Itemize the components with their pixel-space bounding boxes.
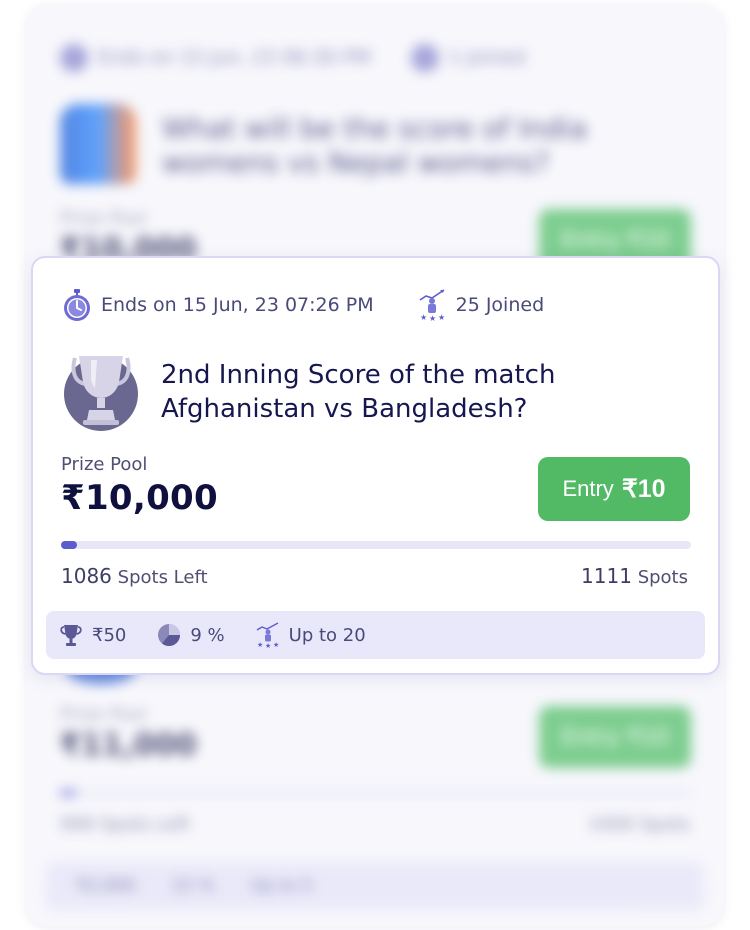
trophy-icon: [61, 352, 141, 432]
background-first-prize: ₹2,000: [76, 876, 136, 896]
background-max-entries: Up to 5: [250, 876, 313, 896]
contest-card[interactable]: Ends on 15 Jun, 23 07:26 PM ★ ★ ★ 25 Joi…: [31, 256, 720, 675]
spots-total-count: 1111: [581, 564, 632, 588]
users-joined-icon: [410, 44, 439, 72]
joined-count: ★ ★ ★ 25 Joined: [416, 288, 545, 323]
background-prize-label: Prize Pool: [60, 208, 147, 229]
background-entry-button[interactable]: Entry ₹10: [539, 706, 691, 768]
end-time-text: Ends on 15 Jun, 23 07:26 PM: [101, 294, 374, 316]
max-entries[interactable]: ★ ★ ★ Up to 20: [255, 622, 366, 650]
svg-text:★: ★: [429, 314, 436, 322]
entry-button-amount: ₹10: [621, 475, 666, 503]
prize-pool-label: Prize Pool: [61, 454, 148, 475]
contest-question: 2nd Inning Score of the match Afghanista…: [161, 358, 681, 426]
stopwatch-icon: [61, 288, 93, 322]
contest-meta-row: Ends on 15 Jun, 23 07:26 PM ★ ★ ★ 25 Joi…: [61, 288, 545, 323]
win-percent-text: 9 %: [190, 624, 225, 646]
background-question: What will be the score of India womens v…: [162, 112, 588, 179]
background-spots-total: 1000 Spots: [588, 814, 690, 835]
contest-footer: ₹50 9 % ★ ★ ★ Up to 20: [46, 611, 705, 659]
max-entries-text: Up to 20: [288, 624, 366, 646]
background-end-time: Ends on 15 Jun, 23 06:30 PM: [60, 44, 371, 72]
background-prize-value: ₹11,000: [60, 728, 197, 763]
background-joined: 1 Joined: [410, 44, 526, 72]
entry-button[interactable]: Entry ₹10: [538, 457, 690, 521]
spots-progress-bar: [61, 541, 691, 549]
background-progress-bar: [60, 790, 692, 796]
svg-text:★: ★: [273, 641, 279, 648]
jersey-icon: [60, 104, 136, 184]
svg-text:★: ★: [257, 641, 263, 648]
background-joined-text: 1 Joined: [448, 46, 526, 69]
background-win-percent: 15 %: [171, 876, 215, 896]
first-prize[interactable]: ₹50: [58, 622, 126, 648]
spots-total: 1111 Spots: [581, 564, 688, 588]
svg-text:★: ★: [420, 313, 427, 322]
spots-left-count: 1086: [61, 564, 112, 588]
spots-left: 1086 Spots Left: [61, 564, 208, 588]
joined-text: 25 Joined: [455, 294, 545, 316]
prize-pool-value: ₹10,000: [61, 478, 218, 518]
svg-text:★: ★: [438, 313, 445, 322]
spots-left-label: Spots Left: [117, 567, 208, 588]
background-spots-left: 999 Spots Left: [60, 814, 190, 835]
end-time: Ends on 15 Jun, 23 07:26 PM: [61, 288, 374, 322]
background-card-meta: Ends on 15 Jun, 23 06:30 PM 1 Joined: [60, 44, 525, 72]
users-joined-icon: ★ ★ ★: [416, 288, 448, 323]
question-line-1: 2nd Inning Score of the match: [161, 360, 556, 390]
first-prize-text: ₹50: [92, 624, 127, 646]
trophy-small-icon: [58, 622, 84, 648]
background-progress-fill: [60, 790, 76, 796]
entries-icon: ★ ★ ★: [255, 622, 281, 650]
entry-button-label: Entry: [562, 476, 614, 501]
svg-text:★: ★: [265, 642, 271, 648]
win-percent[interactable]: 9 %: [156, 622, 225, 648]
question-line-2: Afghanistan vs Bangladesh?: [161, 394, 528, 424]
pie-chart-icon: [156, 622, 182, 648]
background-end-time-text: Ends on 15 Jun, 23 06:30 PM: [98, 46, 371, 69]
spots-total-label: Spots: [637, 567, 688, 588]
background-prize-label: Prize Pool: [60, 704, 147, 725]
background-card-footer: ₹2,000 15 % Up to 5: [46, 862, 704, 910]
spots-progress-fill: [61, 541, 77, 549]
stopwatch-icon: [60, 44, 88, 72]
